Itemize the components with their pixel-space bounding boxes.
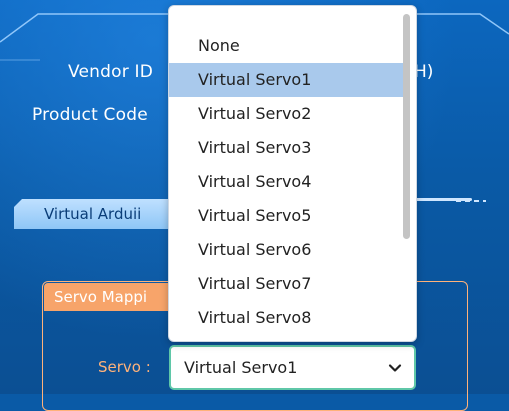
section-divider-dots	[456, 200, 486, 202]
virtual-arduino-tab[interactable]: Virtual Arduii	[14, 199, 182, 229]
dropdown-option[interactable]: Virtual Servo4	[169, 165, 403, 199]
dropdown-option[interactable]: Virtual Servo3	[169, 131, 403, 165]
dropdown-option[interactable]: None	[169, 29, 403, 63]
servo-dropdown-list[interactable]: None Virtual Servo1 Virtual Servo2 Virtual …	[168, 5, 417, 342]
servo-select-label: Servo :	[98, 358, 151, 376]
vendor-id-label: Vendor ID	[68, 62, 154, 82]
dropdown-option[interactable]: Virtual Servo7	[169, 267, 403, 301]
servo-select[interactable]: Virtual Servo1	[169, 345, 416, 390]
chevron-down-icon	[388, 364, 402, 372]
servo-select-value: Virtual Servo1	[184, 358, 298, 377]
dropdown-option[interactable]: Virtual Servo1	[169, 63, 403, 97]
dropdown-option[interactable]: Virtual Servo2	[169, 97, 403, 131]
dropdown-option[interactable]: Virtual Servo8	[169, 301, 403, 335]
dropdown-option[interactable]: Virtual Servo5	[169, 199, 403, 233]
dropdown-options: None Virtual Servo1 Virtual Servo2 Virtual …	[169, 29, 403, 335]
dropdown-scrollbar[interactable]	[403, 14, 410, 239]
dropdown-option[interactable]: Virtual Servo6	[169, 233, 403, 267]
product-code-label: Product Code	[32, 105, 148, 125]
servo-mapping-tab: Servo Mappi	[44, 283, 172, 311]
